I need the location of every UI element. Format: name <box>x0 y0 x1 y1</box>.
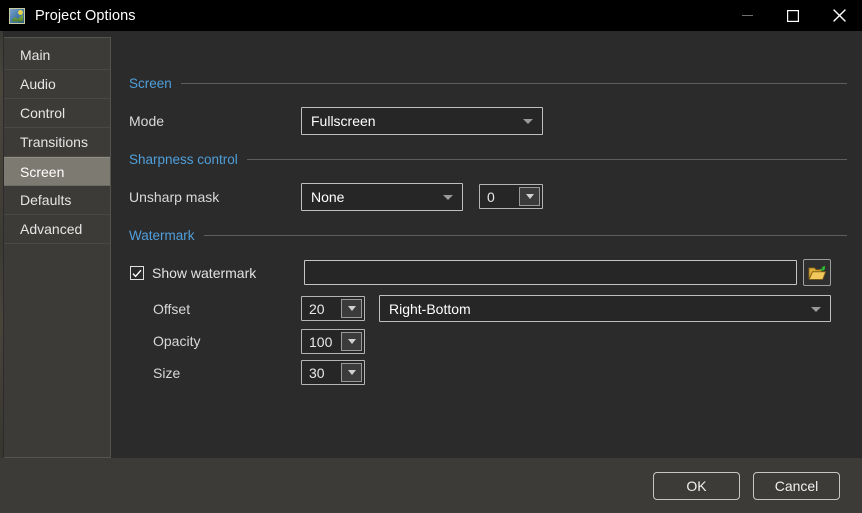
unsharp-amount-value: 0 <box>487 188 495 205</box>
unsharp-amount-stepper[interactable]: 0 <box>479 184 543 209</box>
project-options-dialog: Project Options Main Audio Control Trans… <box>0 0 862 513</box>
opacity-spin-button[interactable] <box>341 332 362 351</box>
chevron-down-icon <box>443 195 453 200</box>
unsharp-mask-label: Unsharp mask <box>129 189 220 205</box>
group-header-sharpness: Sharpness control <box>129 152 847 167</box>
ok-button[interactable]: OK <box>653 471 740 500</box>
group-title-screen: Screen <box>129 76 172 91</box>
group-divider-sharpness <box>246 159 847 160</box>
app-image-icon <box>9 7 25 24</box>
close-icon <box>832 9 846 22</box>
title-bar: Project Options <box>0 0 862 31</box>
minimize-icon <box>741 15 753 16</box>
window-title: Project Options <box>35 7 136 24</box>
unsharp-mask-dropdown[interactable]: None <box>301 183 463 211</box>
mode-dropdown-value: Fullscreen <box>311 113 376 129</box>
group-header-watermark: Watermark <box>129 228 847 243</box>
sidebar-item-audio[interactable]: Audio <box>4 70 110 99</box>
minimize-button[interactable] <box>724 0 770 31</box>
cancel-button[interactable]: Cancel <box>753 471 840 500</box>
watermark-path-input[interactable] <box>304 260 797 285</box>
sidebar-nav: Main Audio Control Transitions Screen De… <box>4 37 111 458</box>
mode-label: Mode <box>129 113 165 129</box>
offset-label: Offset <box>153 301 191 317</box>
settings-panel: Screen Mode Fullscreen Sharpness control… <box>111 31 862 458</box>
group-title-sharpness: Sharpness control <box>129 152 238 167</box>
sidebar-item-advanced[interactable]: Advanced <box>4 215 110 244</box>
sidebar-item-control[interactable]: Control <box>4 99 110 128</box>
open-folder-icon <box>808 265 826 280</box>
unsharp-mask-value: None <box>311 189 345 205</box>
size-stepper[interactable]: 30 <box>301 360 365 385</box>
sidebar-item-screen[interactable]: Screen <box>4 157 110 186</box>
dialog-body: Main Audio Control Transitions Screen De… <box>0 31 862 458</box>
close-button[interactable] <box>816 0 862 31</box>
chevron-down-icon <box>811 306 821 312</box>
mode-dropdown[interactable]: Fullscreen <box>301 107 543 135</box>
group-divider-watermark <box>203 235 847 236</box>
checkmark-icon <box>132 269 142 277</box>
dialog-footer: OK Cancel <box>0 458 862 513</box>
size-spin-button[interactable] <box>341 363 362 382</box>
watermark-position-dropdown[interactable]: Right-Bottom <box>379 295 831 322</box>
offset-spin-button[interactable] <box>341 299 362 318</box>
opacity-stepper[interactable]: 100 <box>301 329 365 354</box>
window-controls <box>724 0 862 31</box>
group-title-watermark: Watermark <box>129 228 195 243</box>
group-header-screen: Screen <box>129 76 847 91</box>
sidebar-item-main[interactable]: Main <box>4 41 110 70</box>
show-watermark-label: Show watermark <box>152 265 257 281</box>
offset-value: 20 <box>309 300 325 317</box>
watermark-browse-button[interactable] <box>803 259 831 286</box>
maximize-button[interactable] <box>770 0 816 31</box>
show-watermark-checkbox[interactable] <box>130 266 144 280</box>
opacity-label: Opacity <box>153 333 201 349</box>
sidebar-item-defaults[interactable]: Defaults <box>4 186 110 215</box>
opacity-value: 100 <box>309 333 333 350</box>
sidebar-item-transitions[interactable]: Transitions <box>4 128 110 157</box>
maximize-icon <box>787 9 799 22</box>
watermark-position-value: Right-Bottom <box>389 300 471 317</box>
size-value: 30 <box>309 364 325 381</box>
group-divider-screen <box>180 83 847 84</box>
chevron-down-icon <box>523 119 533 124</box>
unsharp-amount-spin-button[interactable] <box>519 187 540 206</box>
show-watermark-checkbox-row[interactable]: Show watermark <box>130 265 256 281</box>
offset-stepper[interactable]: 20 <box>301 296 365 321</box>
size-label: Size <box>153 365 181 381</box>
